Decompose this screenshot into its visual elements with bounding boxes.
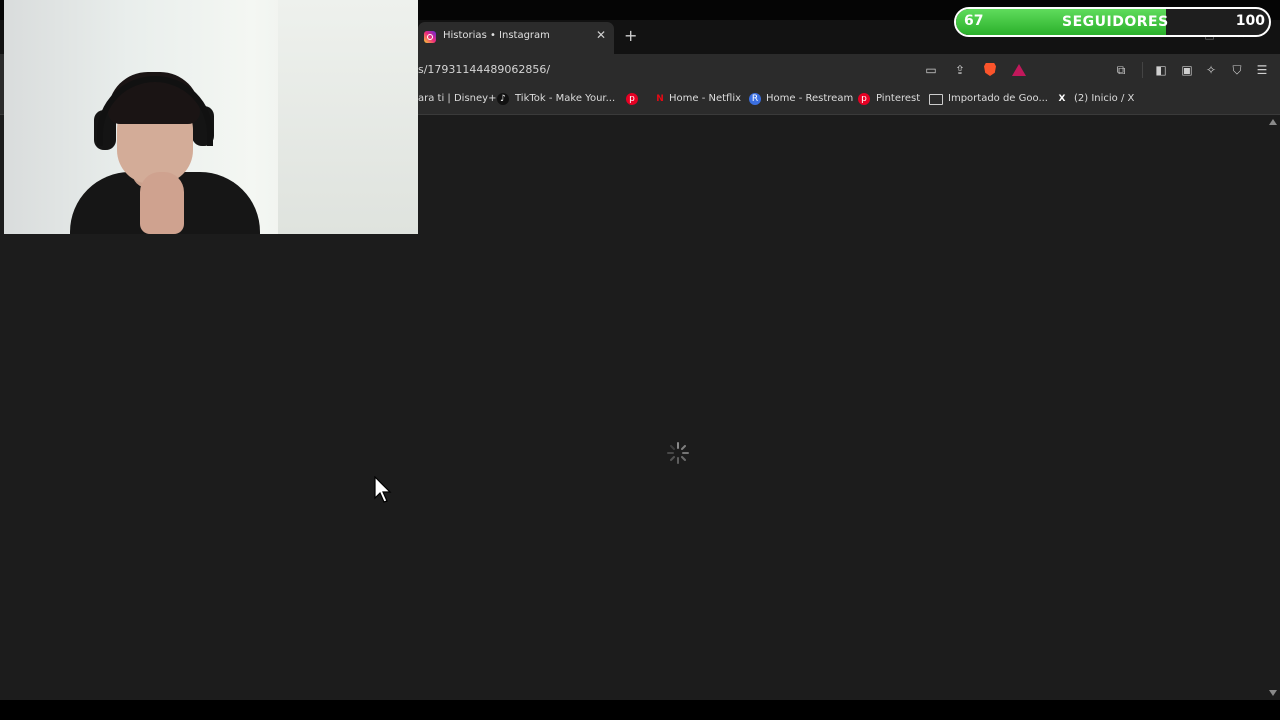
x-icon: X: [1058, 94, 1066, 104]
mouse-cursor-icon: [374, 476, 392, 503]
bookmark-netflix[interactable]: Home - Netflix: [669, 93, 741, 104]
menu-icon[interactable]: ☰: [1255, 63, 1269, 77]
scroll-up-arrow-icon[interactable]: [1269, 119, 1277, 125]
folder-icon: [929, 94, 943, 105]
sidebar-icon[interactable]: ◧: [1154, 63, 1168, 77]
tab-instagram-stories[interactable]: Historias • Instagram ✕: [418, 22, 614, 54]
screenshot-icon[interactable]: ⧉: [1114, 63, 1128, 77]
pinterest-icon: p: [858, 93, 870, 105]
tab-title: Historias • Instagram: [443, 30, 550, 41]
follower-goal-label: SEGUIDORES: [1062, 14, 1169, 30]
wallet-icon[interactable]: ▣: [1180, 63, 1194, 77]
status-bar: [0, 700, 1280, 720]
scroll-down-arrow-icon[interactable]: [1269, 690, 1277, 696]
instagram-icon: [424, 31, 436, 43]
vpn-shield-icon[interactable]: ⛉: [1230, 63, 1244, 77]
bookmark-pinterest[interactable]: Pinterest: [876, 93, 920, 104]
leo-ai-icon[interactable]: ✧: [1204, 63, 1218, 77]
bookmark-imported[interactable]: Importado de Goo...: [948, 93, 1048, 104]
restream-icon: R: [749, 93, 761, 105]
loading-spinner-icon: [667, 442, 689, 464]
webcam-overlay: [4, 0, 418, 234]
bookmark-x[interactable]: (2) Inicio / X: [1074, 93, 1134, 104]
bookmark-restream[interactable]: Home - Restream: [766, 93, 853, 104]
follower-goal-bar: 67 SEGUIDORES 100: [954, 7, 1271, 37]
close-tab-icon[interactable]: ✕: [596, 28, 606, 42]
bookmark-tiktok[interactable]: TikTok - Make Your...: [515, 93, 615, 104]
headphone-band: [97, 76, 213, 146]
scrollbar[interactable]: [1266, 115, 1280, 700]
brave-rewards-icon[interactable]: [1012, 64, 1026, 76]
share-icon[interactable]: ⇪: [953, 63, 967, 77]
address-bar-url[interactable]: s/17931144489062856/: [418, 63, 550, 76]
bookmark-disney[interactable]: ara ti | Disney+: [418, 93, 496, 104]
follower-count: 67: [964, 13, 984, 29]
pinterest-icon[interactable]: p: [626, 93, 638, 105]
streamer-hand: [140, 172, 184, 234]
tiktok-icon: ♪: [497, 93, 509, 105]
cast-icon[interactable]: ▭: [924, 63, 938, 77]
new-tab-button[interactable]: +: [624, 26, 637, 45]
netflix-icon: N: [656, 94, 664, 104]
follower-goal-target: 100: [1235, 13, 1265, 29]
webcam-background: [278, 0, 418, 234]
toolbar-divider: [1142, 62, 1143, 78]
